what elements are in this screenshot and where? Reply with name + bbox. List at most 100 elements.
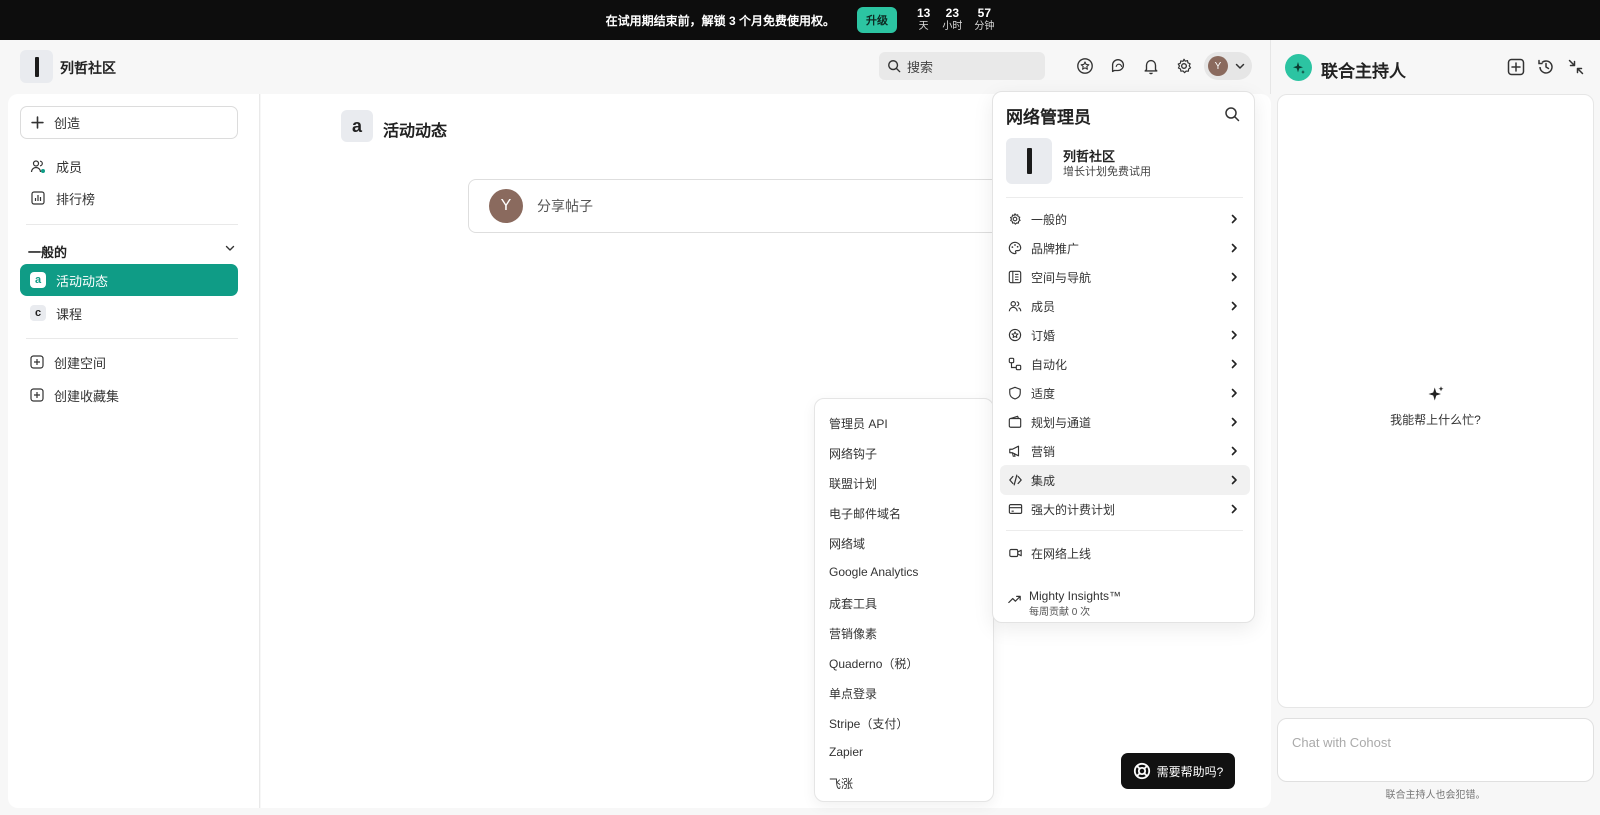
submenu-item[interactable]: Zapier [829, 745, 863, 759]
admin-item-engagement[interactable]: 订婚 [1000, 320, 1250, 350]
admin-item-label: 空间与导航 [1031, 270, 1092, 285]
logo-mark [1026, 148, 1032, 174]
chevron-right-icon [1231, 272, 1237, 282]
wallet-icon [1007, 414, 1023, 430]
countdown-minutes-value: 57 [977, 6, 992, 20]
sidebar-item-label: 活动动态 [56, 273, 109, 289]
star-badge-icon[interactable] [1074, 55, 1096, 77]
chevron-right-icon [1231, 243, 1237, 253]
search-icon[interactable] [1224, 106, 1240, 125]
submenu-item[interactable]: 营销像素 [829, 625, 877, 642]
users-icon [30, 160, 45, 173]
countdown-days: 13 天 [917, 7, 930, 33]
countdown-days-value: 13 [916, 6, 931, 20]
code-icon [1007, 472, 1023, 488]
help-label: 需要帮助吗? [1156, 764, 1224, 779]
collapse-icon[interactable] [1565, 56, 1587, 78]
chat-bubbles-icon[interactable] [1107, 55, 1129, 77]
admin-item-label: 在网络上线 [1031, 546, 1092, 561]
plan-label: 增长计划免费试用 [1063, 166, 1151, 178]
submenu-item[interactable]: Quaderno（税） [829, 655, 918, 672]
shield-icon [1007, 385, 1023, 401]
sidebar-item-members[interactable]: 成员 [20, 150, 238, 182]
search-icon [888, 60, 901, 73]
admin-item-label: 自动化 [1031, 357, 1068, 372]
cohost-empty-state: 我能帮上什么忙? [1278, 385, 1593, 428]
chevron-right-icon [1231, 446, 1237, 456]
submenu-item[interactable]: 联盟计划 [829, 475, 877, 492]
submenu-item[interactable]: 成套工具 [829, 595, 877, 612]
submenu-item[interactable]: Stripe（支付） [829, 715, 908, 732]
trending-up-icon [1007, 592, 1022, 609]
avatar: Y [1208, 56, 1228, 76]
create-label: 创造 [54, 116, 81, 131]
community-name[interactable]: 列哲社区 [60, 58, 116, 78]
admin-item-billing[interactable]: 强大的计费计划 [1000, 494, 1250, 524]
submenu-item[interactable]: 飞涨 [829, 775, 853, 792]
star-badge-icon [1007, 327, 1023, 343]
history-icon[interactable] [1535, 56, 1557, 78]
create-button[interactable]: 创造 [20, 106, 238, 139]
gear-icon [1007, 211, 1023, 227]
admin-item-label: 订婚 [1031, 328, 1056, 343]
submenu-item[interactable]: 网络钩子 [829, 445, 877, 462]
submenu-item[interactable]: 管理员 API [829, 415, 888, 432]
cohost-logo [1285, 54, 1312, 81]
sidebar-item-leaderboard[interactable]: 排行榜 [20, 182, 238, 214]
upgrade-button[interactable]: 升级 [856, 7, 897, 33]
chevron-right-icon [1231, 388, 1237, 398]
user-menu-button[interactable]: Y [1204, 52, 1252, 80]
search-placeholder: 搜索 [907, 59, 934, 75]
share-post-box[interactable]: Y 分享帖子 [468, 179, 1008, 233]
help-button[interactable]: 需要帮助吗? [1121, 753, 1235, 789]
chevron-right-icon [1231, 475, 1237, 485]
bell-icon[interactable] [1140, 55, 1162, 77]
avatar: Y [489, 189, 523, 223]
sidebar-item-courses[interactable]: c 课程 [20, 297, 238, 329]
space-badge: a [30, 272, 46, 288]
create-collection-button[interactable]: 创建收藏集 [20, 379, 238, 411]
admin-item-branding[interactable]: 品牌推广 [1000, 233, 1250, 263]
new-chat-icon[interactable] [1505, 56, 1527, 78]
integrations-submenu: 管理员 API 网络钩子 联盟计划 电子邮件域名 网络域 Google Anal… [814, 398, 994, 802]
trial-banner: 在试用期结束前，解锁 3 个月免费使用权。 升级 13 天 23 小时 57 分… [0, 0, 1600, 40]
left-sidebar: 创造 成员 排行榜 一般的 a 活动动态 c 课程 创建空间 创建收藏集 [8, 94, 260, 808]
space-badge: c [30, 305, 46, 321]
insights-subtitle: 每周贡献 0 次 [1029, 607, 1091, 618]
admin-item-plans-channels[interactable]: 规划与通道 [1000, 407, 1250, 437]
countdown-hours-value: 23 [945, 6, 960, 20]
cohost-title: 联合主持人 [1321, 62, 1406, 81]
sidebar-item-activity-feed[interactable]: a 活动动态 [20, 264, 238, 296]
submenu-item[interactable]: Google Analytics [829, 565, 918, 579]
create-space-button[interactable]: 创建空间 [20, 346, 238, 378]
chevron-right-icon [1231, 330, 1237, 340]
admin-item-label: 规划与通道 [1031, 415, 1092, 430]
admin-item-automation[interactable]: 自动化 [1000, 349, 1250, 379]
search-input[interactable]: 搜索 [879, 52, 1045, 80]
admin-item-integrations[interactable]: 集成 [1000, 465, 1250, 495]
admin-item-general[interactable]: 一般的 [1000, 204, 1250, 234]
megaphone-icon [1007, 443, 1023, 459]
credit-card-icon [1007, 501, 1023, 517]
admin-item-members[interactable]: 成员 [1000, 291, 1250, 321]
sidebar-item-label: 成员 [56, 159, 83, 175]
admin-item-marketing[interactable]: 营销 [1000, 436, 1250, 466]
admin-item-label: 营销 [1031, 444, 1056, 459]
insights-title[interactable]: Mighty Insights™ [1029, 589, 1121, 603]
admin-item-moderation[interactable]: 适度 [1000, 378, 1250, 408]
admin-item-label: 品牌推广 [1031, 241, 1080, 256]
plus-icon [31, 116, 44, 129]
gear-icon[interactable] [1173, 55, 1195, 77]
submenu-item[interactable]: 单点登录 [829, 685, 877, 702]
plus-square-icon [30, 355, 44, 369]
cohost-chat-input[interactable] [1277, 718, 1594, 782]
submenu-item[interactable]: 电子邮件域名 [829, 505, 901, 522]
palette-icon [1007, 240, 1023, 256]
sidebar-section-general[interactable]: 一般的 [28, 242, 236, 261]
admin-item-label: 一般的 [1031, 212, 1068, 227]
submenu-item[interactable]: 网络域 [829, 535, 865, 552]
countdown-hours-label: 小时 [942, 21, 963, 32]
admin-item-spaces-navigation[interactable]: 空间与导航 [1000, 262, 1250, 292]
admin-item-go-live[interactable]: 在网络上线 [1000, 538, 1250, 568]
community-logo[interactable] [20, 50, 53, 83]
